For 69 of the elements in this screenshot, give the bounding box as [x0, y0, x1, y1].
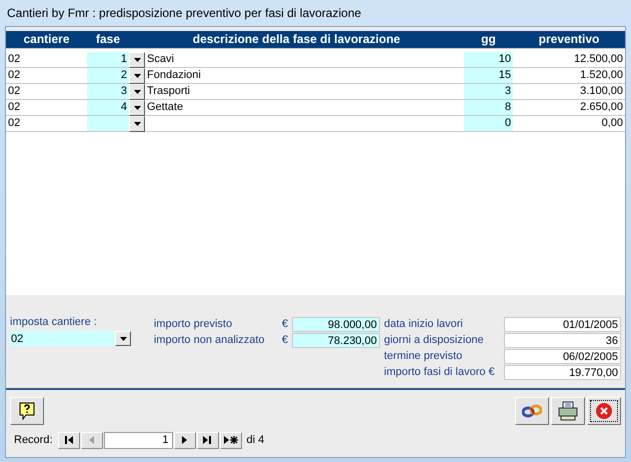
caret-icon — [134, 122, 140, 126]
phase-field[interactable]: 4 — [87, 100, 129, 116]
phase-field[interactable] — [87, 116, 129, 132]
help-icon — [19, 402, 35, 420]
first-record-icon — [62, 435, 75, 445]
table-cell: 1.520,00 — [513, 68, 625, 84]
record-count: di 4 — [246, 434, 264, 446]
column-header: preventivo — [538, 31, 600, 48]
table-cell: 8 — [464, 100, 513, 116]
dropdown-button[interactable] — [129, 100, 145, 116]
printer-icon — [557, 401, 579, 421]
table-cell: Fondazioni — [145, 68, 464, 84]
chain-link-icon — [522, 404, 542, 418]
dropdown-button[interactable] — [129, 84, 145, 100]
column-header: descrizione della fase di lavorazione — [192, 31, 402, 48]
field-label: importo fasi di lavoro € — [384, 366, 496, 378]
dropdown-button[interactable] — [129, 68, 145, 84]
record-label: Record: — [14, 434, 53, 446]
dropdown-button[interactable] — [129, 52, 145, 68]
window-title: Cantieri by Fmr : predisposizione preventivo per fasi di lavorazione — [6, 5, 362, 22]
value-field: 19.770,00 — [504, 364, 621, 380]
caret-icon — [120, 336, 126, 340]
column-header: gg — [480, 31, 497, 48]
table-cell: 12.500,00 — [513, 52, 625, 68]
caret-icon — [134, 74, 140, 78]
value-field: 36 — [504, 332, 621, 348]
table-cell: 3.100,00 — [513, 84, 625, 100]
table-cell: Scavi — [145, 52, 464, 68]
close-icon — [595, 402, 613, 420]
field-label: giorni a disposizione — [384, 334, 485, 346]
print-button[interactable] — [551, 397, 585, 425]
help-button[interactable] — [10, 397, 44, 425]
table-cell: 0 — [464, 116, 513, 132]
column-header: fase — [94, 31, 122, 48]
value-field: 06/02/2005 — [504, 348, 621, 364]
caret-icon — [134, 58, 140, 62]
amount-field: 78.230,00 — [292, 332, 380, 348]
table-cell: 2.650,00 — [513, 100, 625, 116]
table-cell: 3 — [464, 84, 513, 100]
caret-icon — [134, 106, 140, 110]
table-cell: Gettate — [145, 100, 464, 116]
last-record-button[interactable] — [196, 432, 219, 448]
table-cell: 0,00 — [513, 116, 625, 132]
table-cell: 15 — [464, 68, 513, 84]
field-label: termine previsto — [384, 350, 464, 362]
link-button[interactable] — [515, 397, 549, 425]
new-record-icon — [224, 435, 238, 445]
phase-field[interactable]: 2 — [87, 68, 129, 84]
column-header: cantiere — [22, 31, 71, 48]
close-button[interactable] — [587, 397, 621, 425]
record-number-field[interactable]: 1 — [104, 432, 173, 448]
amount-field: 98.000,00 — [292, 316, 380, 332]
value-field: 01/01/2005 — [504, 316, 621, 332]
new-record-button[interactable] — [220, 432, 242, 448]
currency-label: € — [282, 318, 289, 330]
table-cell: Trasporti — [145, 84, 464, 100]
first-record-button[interactable] — [58, 432, 80, 448]
field-label: imposta cantiere : — [10, 316, 98, 328]
table-cell: 10 — [464, 52, 513, 68]
dropdown-button[interactable] — [129, 116, 145, 132]
field-label: data inizio lavori — [384, 318, 464, 330]
phase-field[interactable]: 1 — [87, 52, 129, 68]
field-label: importo non analizzato — [154, 334, 266, 346]
currency-label: € — [282, 334, 289, 346]
next-record-button[interactable] — [174, 432, 196, 448]
field-label: importo previsto — [154, 318, 234, 330]
site-combo[interactable]: 02 — [10, 331, 131, 346]
phase-field[interactable]: 3 — [87, 84, 129, 100]
caret-icon — [134, 90, 140, 94]
